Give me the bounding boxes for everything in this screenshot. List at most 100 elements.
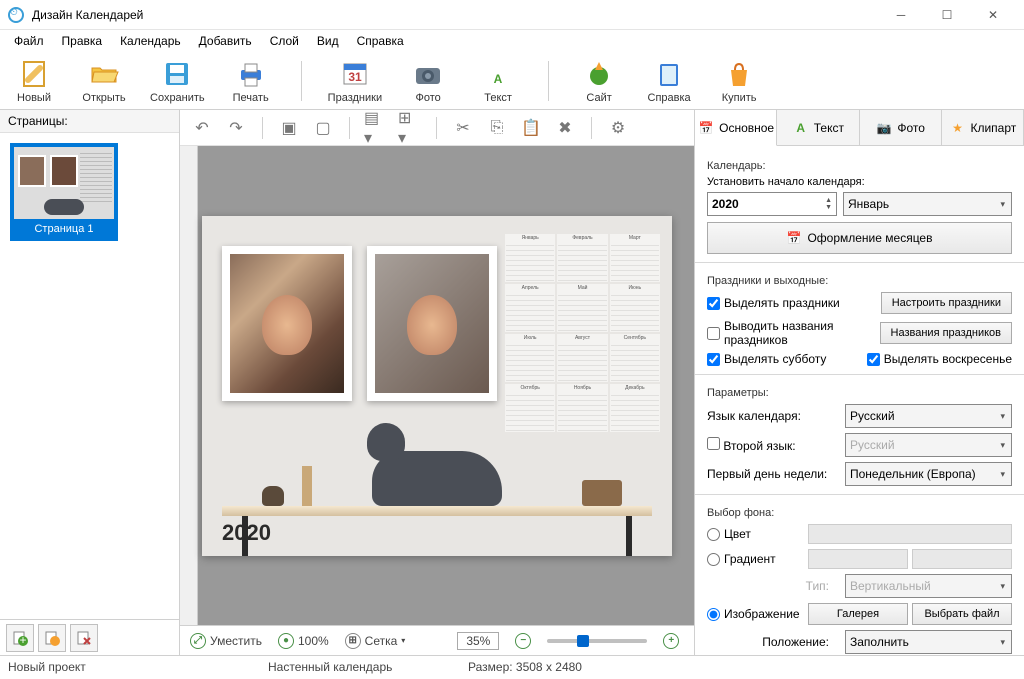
bg-color-swatch[interactable] <box>808 524 1012 544</box>
center-button[interactable]: ⊞ ▾ <box>398 116 422 140</box>
calendar-canvas[interactable]: Январь Февраль Март Апрель Май Июнь Июль… <box>202 216 672 556</box>
set-start-label: Установить начало календаря: <box>707 176 1012 188</box>
paste-button[interactable]: 📋 <box>519 116 543 140</box>
duplicate-page-button[interactable] <box>38 624 66 652</box>
delete-page-button[interactable] <box>70 624 98 652</box>
photo-button[interactable]: Фото <box>404 58 452 104</box>
save-icon <box>161 58 193 90</box>
ruler-vertical <box>180 146 198 625</box>
edit-toolbar: ↶ ↷ ▣ ▢ ▤ ▾ ⊞ ▾ ✂ ⎘ 📋 ✖ ⚙ <box>180 110 694 146</box>
zoom-100-button[interactable]: ●100% <box>278 633 329 649</box>
open-button[interactable]: Открыть <box>80 58 128 104</box>
grid-toggle[interactable]: ⊞Сетка▾ <box>345 633 406 649</box>
folder-open-icon <box>88 58 120 90</box>
help-button[interactable]: Справка <box>645 58 693 104</box>
tab-main[interactable]: 📅Основное <box>695 110 777 146</box>
configure-holidays-button[interactable]: Настроить праздники <box>881 292 1012 314</box>
minimize-button[interactable]: ─ <box>878 0 924 30</box>
gallery-button[interactable]: Галерея <box>808 603 908 625</box>
text-button[interactable]: A Текст <box>474 58 522 104</box>
redo-button[interactable]: ↷ <box>224 116 248 140</box>
month-style-button[interactable]: 📅Оформление месяцев <box>707 222 1012 254</box>
center-panel: ↶ ↷ ▣ ▢ ▤ ▾ ⊞ ▾ ✂ ⎘ 📋 ✖ ⚙ Январь Феврал <box>180 110 694 655</box>
year-spinner[interactable]: 2020 ▲▼ <box>707 192 837 216</box>
panel-body: Календарь: Установить начало календаря: … <box>695 146 1024 655</box>
gradient-swatch-2[interactable] <box>912 549 1012 569</box>
pages-header: Страницы: <box>0 110 179 133</box>
zoom-slider[interactable] <box>547 639 647 643</box>
print-button[interactable]: Печать <box>227 58 275 104</box>
highlight-holidays-checkbox[interactable] <box>707 297 720 310</box>
page-thumbnail[interactable]: Страница 1 <box>10 143 118 241</box>
bg-color-radio[interactable] <box>707 528 720 541</box>
menu-help[interactable]: Справка <box>349 32 412 50</box>
menu-calendar[interactable]: Календарь <box>112 32 189 50</box>
copy-button[interactable]: ⎘ <box>485 116 509 140</box>
calendar-grid[interactable]: Январь Февраль Март Апрель Май Июнь Июль… <box>505 234 660 432</box>
main-toolbar: Новый Открыть Сохранить Печать 31 Праздн… <box>0 52 1024 110</box>
show-holiday-names-checkbox[interactable] <box>707 327 720 340</box>
statusbar: Новый проект Настенный календарь Размер:… <box>0 655 1024 677</box>
highlight-saturday-checkbox[interactable] <box>707 353 720 366</box>
bg-section-label: Выбор фона: <box>707 507 1012 519</box>
printer-icon <box>235 58 267 90</box>
toolbar-separator <box>301 61 302 101</box>
send-back-button[interactable]: ▢ <box>311 116 335 140</box>
site-button[interactable]: Сайт <box>575 58 623 104</box>
align-button[interactable]: ▤ ▾ <box>364 116 388 140</box>
menu-add[interactable]: Добавить <box>191 32 260 50</box>
language-select[interactable]: Русский <box>845 404 1012 428</box>
holidays-section-label: Праздники и выходные: <box>707 275 1012 287</box>
shopping-bag-icon <box>723 58 755 90</box>
gradient-type-select: Вертикальный <box>845 574 1012 598</box>
bg-image-radio[interactable] <box>707 608 720 621</box>
menu-view[interactable]: Вид <box>309 32 347 50</box>
tab-clipart[interactable]: ★Клипарт <box>942 110 1024 145</box>
calendar-small-icon: 📅 <box>697 119 715 137</box>
bring-front-button[interactable]: ▣ <box>277 116 301 140</box>
close-button[interactable]: ✕ <box>970 0 1016 30</box>
menu-layer[interactable]: Слой <box>262 32 307 50</box>
zoom-bar: ⤢Уместить ●100% ⊞Сетка▾ 35% − + <box>180 625 694 655</box>
property-tabs: 📅Основное AТекст 📷Фото ★Клипарт <box>695 110 1024 146</box>
second-language-checkbox[interactable] <box>707 437 720 450</box>
window-title: Дизайн Календарей <box>32 8 878 22</box>
settings-button[interactable]: ⚙ <box>606 116 630 140</box>
add-page-button[interactable]: + <box>6 624 34 652</box>
maximize-button[interactable]: ☐ <box>924 0 970 30</box>
page-label: Страница 1 <box>14 219 114 237</box>
menu-file[interactable]: Файл <box>6 32 52 50</box>
zoom-out-button[interactable]: − <box>515 633 531 649</box>
holiday-names-button[interactable]: Названия праздников <box>880 322 1012 344</box>
undo-button[interactable]: ↶ <box>190 116 214 140</box>
save-button[interactable]: Сохранить <box>150 58 205 104</box>
photo-frame-2[interactable] <box>367 246 497 401</box>
menu-edit[interactable]: Правка <box>54 32 111 50</box>
canvas-area[interactable]: Январь Февраль Март Апрель Май Июнь Июль… <box>180 146 694 625</box>
zoom-in-button[interactable]: + <box>663 633 679 649</box>
bg-position-select[interactable]: Заполнить <box>845 630 1012 654</box>
month-select[interactable]: Январь <box>843 192 1012 216</box>
bg-gradient-radio[interactable] <box>707 553 720 566</box>
globe-icon <box>583 58 615 90</box>
first-day-select[interactable]: Понедельник (Европа) <box>845 462 1012 486</box>
status-size: Размер: 3508 x 2480 <box>468 660 582 674</box>
cut-button[interactable]: ✂ <box>451 116 475 140</box>
fit-button[interactable]: ⤢Уместить <box>190 633 262 649</box>
buy-button[interactable]: Купить <box>715 58 763 104</box>
status-project: Новый проект <box>8 660 188 674</box>
menubar: Файл Правка Календарь Добавить Слой Вид … <box>0 30 1024 52</box>
gradient-swatch-1[interactable] <box>808 549 908 569</box>
tab-photo[interactable]: 📷Фото <box>860 110 942 145</box>
pages-footer: + <box>0 619 179 655</box>
holidays-button[interactable]: 31 Праздники <box>328 58 382 104</box>
choose-file-button[interactable]: Выбрать файл <box>912 603 1012 625</box>
cat-illustration <box>372 451 502 506</box>
calendar-section-label: Календарь: <box>707 160 1012 172</box>
tab-text[interactable]: AТекст <box>777 110 859 145</box>
delete-button[interactable]: ✖ <box>553 116 577 140</box>
text-small-icon: A <box>792 119 810 137</box>
new-button[interactable]: Новый <box>10 58 58 104</box>
photo-frame-1[interactable] <box>222 246 352 401</box>
highlight-sunday-checkbox[interactable] <box>867 353 880 366</box>
